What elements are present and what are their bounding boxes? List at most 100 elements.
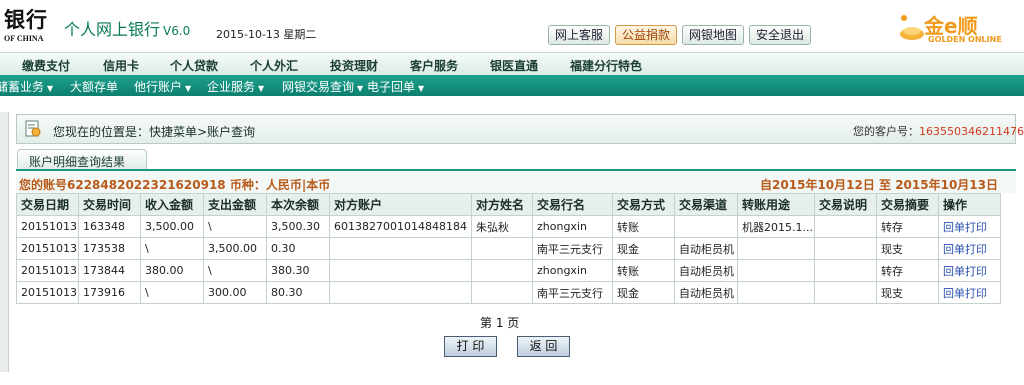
receipt-print-link[interactable]: 回单打印: [938, 281, 1001, 304]
table-cell: 现支: [876, 237, 939, 260]
chevron-down-icon: ▼: [47, 84, 54, 93]
nav-fujian-special[interactable]: 福建分行特色: [570, 57, 642, 74]
table-cell: \: [140, 281, 204, 304]
table-cell: zhongxin: [532, 215, 613, 238]
table-cell: \: [203, 259, 267, 282]
receipt-print-link[interactable]: 回单打印: [938, 259, 1001, 282]
header-button-group: 网上客服 公益捐款 网银地图 安全退出: [548, 25, 812, 45]
nav-personal-loan[interactable]: 个人贷款: [170, 57, 218, 74]
bank-logo: 银行 OF CHINA: [4, 4, 48, 43]
tab-account-detail-result[interactable]: 账户明细查询结果: [17, 149, 147, 169]
customer-number-label: 您的客户号：: [853, 125, 919, 138]
left-panel-toggle[interactable]: [0, 112, 9, 372]
page-indicator: 第 1 页: [480, 316, 520, 330]
table-cell: 自动柜员机: [674, 281, 738, 304]
receipt-print-link[interactable]: 回单打印: [938, 237, 1001, 260]
table-cell: 现金: [612, 281, 675, 304]
table-cell: [674, 215, 738, 238]
nav-investment[interactable]: 投资理财: [330, 57, 378, 74]
nav-medical[interactable]: 银医直通: [490, 57, 538, 74]
back-button[interactable]: 返 回: [517, 336, 570, 357]
subnav-transaction-query[interactable]: 网银交易查询 ▼: [282, 78, 363, 95]
main-nav: 缴费支付 信用卡 个人贷款 个人外汇 投资理财 客户服务 银医直通 福建分行特色: [0, 52, 1024, 75]
table-cell: 6013827001014848184: [329, 215, 472, 238]
bank-name-en: OF CHINA: [4, 34, 44, 43]
subnav-savings[interactable]: 储蓄业务 ▼: [0, 78, 53, 95]
table-row: 20151013 163348 3,500.00 \ 3,500.30 601382700…: [16, 215, 1001, 238]
table-cell: 20151013: [16, 215, 79, 238]
table-cell: [814, 237, 877, 260]
table-cell: 转账: [612, 259, 675, 282]
subnav-other-bank-label: 他行账户: [134, 80, 183, 94]
sub-nav: 储蓄业务 ▼ 大额存单 他行账户 ▼ 企业服务 ▼ 网银交易查询 ▼ 电子回单 ▼: [0, 75, 1024, 96]
document-icon: [25, 120, 41, 137]
column-header-balance: 本次余额: [266, 193, 330, 216]
column-header-counter-name: 对方姓名: [471, 193, 533, 216]
table-cell: 转存: [876, 259, 939, 282]
table-cell: 380.30: [266, 259, 330, 282]
column-header-time: 交易时间: [78, 193, 141, 216]
subnav-e-receipt-label: 电子回单: [367, 80, 416, 94]
table-cell: zhongxin: [532, 259, 613, 282]
table-cell: 3,500.30: [266, 215, 330, 238]
nav-payment[interactable]: 缴费支付: [22, 57, 70, 74]
column-header-counter-account: 对方账户: [329, 193, 472, 216]
chevron-down-icon: ▼: [258, 84, 265, 93]
table-cell: 朱弘秋: [471, 215, 533, 238]
table-cell: [329, 237, 472, 260]
column-header-bank-name: 交易行名: [532, 193, 613, 216]
date-range-info: 自2015年10月12日 至 2015年10月13日: [760, 178, 998, 192]
table-cell: 20151013: [16, 237, 79, 260]
table-cell: [814, 259, 877, 282]
subnav-large-deposit[interactable]: 大额存单: [70, 78, 118, 95]
account-number-info: 您的账号6228482022321620918 币种：人民币|本币: [19, 178, 331, 192]
table-cell: 173916: [78, 281, 141, 304]
column-header-operation: 操作: [938, 193, 1001, 216]
breadcrumb: 您现在的位置是：快捷菜单>账户查询: [53, 125, 256, 139]
nav-customer-service[interactable]: 客户服务: [410, 57, 458, 74]
version-label: V6.0: [163, 24, 191, 38]
logout-button[interactable]: 安全退出: [749, 25, 812, 45]
table-cell: [471, 281, 533, 304]
table-cell: 173538: [78, 237, 141, 260]
location-bar: 您现在的位置是：快捷菜单>账户查询 您的客户号：1635503462114769: [16, 114, 1024, 144]
column-header-method: 交易方式: [612, 193, 675, 216]
customer-number-value: 1635503462114769: [919, 125, 1024, 138]
chevron-down-icon: ▼: [418, 84, 425, 93]
subnav-large-deposit-label: 大额存单: [70, 80, 119, 94]
print-button[interactable]: 打 印: [444, 336, 497, 357]
table-cell: 20151013: [16, 259, 79, 282]
table-cell: 转账: [612, 215, 675, 238]
table-cell: 机器2015.1...: [737, 215, 815, 238]
bank-map-button[interactable]: 网银地图: [682, 25, 745, 45]
table-cell: 自动柜员机: [674, 259, 738, 282]
table-cell: 自动柜员机: [674, 237, 738, 260]
nav-forex[interactable]: 个人外汇: [250, 57, 298, 74]
table-cell: 173844: [78, 259, 141, 282]
column-header-purpose: 转账用途: [737, 193, 815, 216]
account-info-bar: 您的账号6228482022321620918 币种：人民币|本币 自2015年…: [16, 169, 1016, 193]
table-cell: [471, 237, 533, 260]
site-title: 个人网上银行 V6.0: [64, 16, 190, 40]
column-header-expense: 支出金额: [203, 193, 267, 216]
table-cell: [471, 259, 533, 282]
nav-credit-card[interactable]: 信用卡: [103, 57, 139, 74]
receipt-print-link[interactable]: 回单打印: [938, 215, 1001, 238]
subnav-transaction-query-label: 网银交易查询: [282, 80, 355, 94]
table-cell: [329, 281, 472, 304]
subnav-enterprise[interactable]: 企业服务 ▼: [207, 78, 264, 95]
table-cell: 380.00: [140, 259, 204, 282]
table-cell: 80.30: [266, 281, 330, 304]
column-header-summary: 交易摘要: [876, 193, 939, 216]
table-cell: [737, 237, 815, 260]
column-header-date: 交易日期: [16, 193, 79, 216]
table-header-row: 交易日期 交易时间 收入金额 支出金额 本次余额 对方账户 对方姓名 交易行名 交易方式 交易渠道…: [16, 193, 1001, 216]
table-row: 20151013 173916 \ 300.00 80.30 南平三元支行 现金 自动柜员机 现…: [16, 281, 1001, 304]
site-title-text: 个人网上银行: [64, 20, 161, 39]
online-service-button[interactable]: 网上客服: [548, 25, 611, 45]
golden-logo-sub: GOLDEN ONLINE: [928, 35, 1002, 44]
table-cell: [737, 281, 815, 304]
subnav-e-receipt[interactable]: 电子回单 ▼: [367, 78, 424, 95]
donation-button[interactable]: 公益捐款: [615, 25, 678, 45]
subnav-other-bank[interactable]: 他行账户 ▼: [134, 78, 191, 95]
